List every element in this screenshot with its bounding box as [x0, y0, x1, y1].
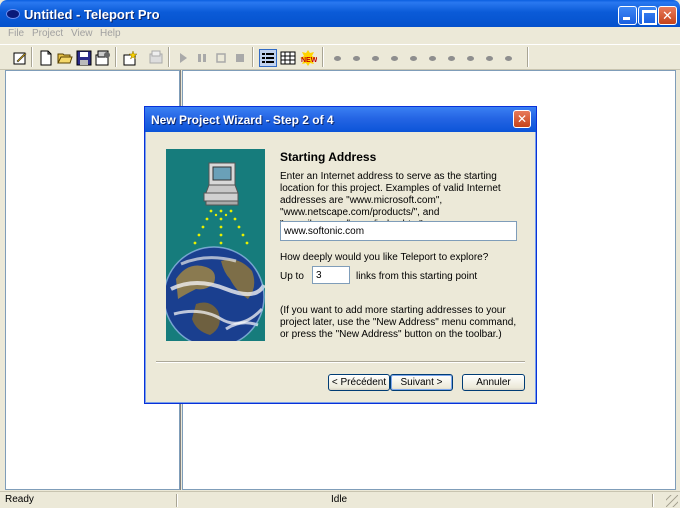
status-separator: [176, 494, 178, 507]
status-separator: [652, 494, 654, 507]
new-project-wizard-dialog: New Project Wizard - Step 2 of 4 ✕ Start…: [144, 106, 537, 404]
stop-square-icon[interactable]: [213, 50, 229, 66]
toolbar-separator: [527, 47, 529, 67]
cancel-button[interactable]: Annuler: [462, 374, 525, 391]
maximize-button[interactable]: [638, 6, 657, 25]
dialog-close-button[interactable]: ✕: [513, 110, 531, 128]
toolbar-separator: [168, 47, 170, 67]
link-depth-input[interactable]: [312, 266, 350, 284]
depth-question: How deeply would you like Teleport to ex…: [280, 252, 489, 263]
starting-address-input[interactable]: [280, 221, 517, 241]
dialog-title: New Project Wizard - Step 2 of 4: [151, 113, 334, 127]
new-file-icon[interactable]: [38, 50, 54, 66]
menu-bar: File Project View Help: [0, 27, 680, 41]
dialog-note: (If you want to add more starting addres…: [280, 305, 517, 340]
dialog-title-bar[interactable]: New Project Wizard - Step 2 of 4 ✕: [145, 107, 536, 132]
toolbar-separator: [115, 47, 117, 67]
menu-view[interactable]: View: [71, 28, 93, 39]
computer-icon: [203, 162, 239, 206]
close-button[interactable]: ✕: [658, 6, 677, 25]
status-text: Ready: [5, 494, 34, 505]
up-to-label: Up to: [280, 271, 304, 282]
disabled-dot-icon: [406, 50, 422, 66]
save-icon[interactable]: [76, 50, 92, 66]
edit-icon[interactable]: [12, 50, 28, 66]
teleport-app-icon: [6, 9, 20, 19]
stop-icon[interactable]: [232, 50, 248, 66]
links-label: links from this starting point: [356, 271, 478, 282]
window-title-bar[interactable]: Untitled - Teleport Pro ✕: [0, 0, 680, 30]
open-folder-icon[interactable]: [57, 50, 73, 66]
toolbar-separator: [31, 47, 33, 67]
status-bar: Ready Idle: [0, 491, 680, 508]
disabled-dot-icon: [349, 50, 365, 66]
window-title: Untitled - Teleport Pro: [24, 7, 160, 22]
disabled-dot-icon: [463, 50, 479, 66]
menu-project[interactable]: Project: [32, 28, 63, 39]
resize-grip-icon[interactable]: [666, 495, 678, 507]
dialog-separator: [156, 361, 525, 363]
earth-globe: [166, 246, 265, 341]
svg-text:NEW: NEW: [301, 57, 317, 64]
minimize-button[interactable]: [618, 6, 637, 25]
properties-icon[interactable]: [95, 50, 111, 66]
list-view-icon[interactable]: [259, 49, 277, 67]
new-address-icon[interactable]: [122, 50, 138, 66]
print-icon[interactable]: [148, 50, 164, 66]
disabled-dot-icon: [330, 50, 346, 66]
dialog-heading: Starting Address: [280, 150, 377, 164]
menu-help[interactable]: Help: [100, 28, 121, 39]
toolbar: NEW: [0, 44, 680, 70]
disabled-dot-icon: [387, 50, 403, 66]
status-state: Idle: [331, 494, 348, 505]
back-button[interactable]: < Précédent: [328, 374, 390, 391]
next-button[interactable]: Suivant >: [390, 374, 453, 391]
disabled-dot-icon: [501, 50, 517, 66]
menu-file[interactable]: File: [8, 28, 24, 39]
disabled-dot-icon: [444, 50, 460, 66]
toolbar-separator: [252, 47, 254, 67]
pause-icon[interactable]: [194, 50, 210, 66]
disabled-dot-icon: [425, 50, 441, 66]
new-badge-icon[interactable]: NEW: [299, 50, 318, 66]
play-icon[interactable]: [175, 50, 191, 66]
disabled-dot-icon: [482, 50, 498, 66]
toolbar-separator: [322, 47, 324, 67]
grid-view-icon[interactable]: [280, 50, 296, 66]
wizard-illustration: [166, 149, 265, 341]
disabled-dot-icon: [368, 50, 384, 66]
